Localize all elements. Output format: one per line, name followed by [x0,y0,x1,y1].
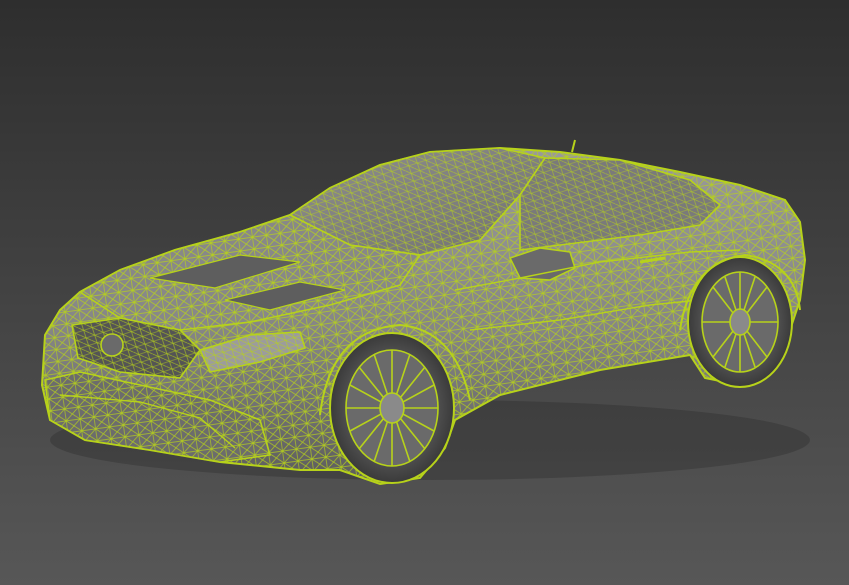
brand-emblem [100,333,124,357]
viewport-canvas[interactable] [0,0,849,585]
front-wheel [329,332,455,484]
front-wheel-hub [379,392,405,424]
3d-viewport[interactable] [0,0,849,585]
rear-wheel-hub [729,308,751,336]
rear-wheel [687,256,793,388]
